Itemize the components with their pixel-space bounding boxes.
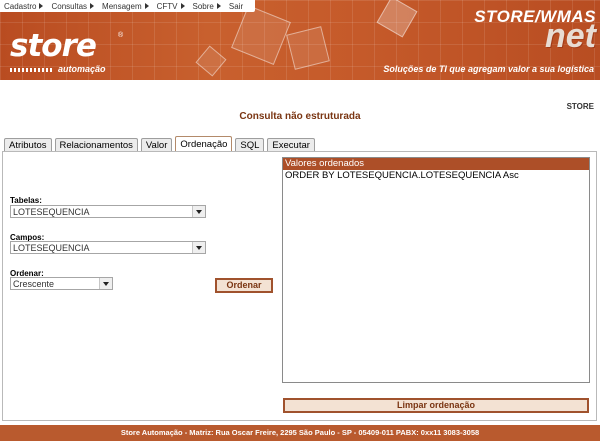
ordenar-button[interactable]: Ordenar <box>215 278 273 293</box>
ordenar-select[interactable]: Crescente <box>10 277 113 290</box>
menu-item-consultas[interactable]: Consultas <box>51 2 95 11</box>
footer-address: Store Automação - Matriz: Rua Oscar Frei… <box>0 425 600 441</box>
page-title: Consulta não estruturada <box>239 111 361 122</box>
brand-line-2: net <box>545 17 596 55</box>
chevron-down-icon[interactable] <box>192 242 205 253</box>
tab-ordenacao[interactable]: Ordenação <box>175 136 233 152</box>
limpar-ordenacao-button[interactable]: Limpar ordenação <box>283 398 589 413</box>
tab-bar: Atributos Relacionamentos Valor Ordenaçã… <box>4 136 318 152</box>
arrow-right-icon <box>39 3 44 9</box>
top-menu: Cadastro Consultas Mensagem CFTV Sobre S… <box>0 0 256 12</box>
store-logo: store ® automação <box>10 28 123 74</box>
tab-sql[interactable]: SQL <box>235 138 265 152</box>
chevron-down-icon[interactable] <box>99 278 112 289</box>
header-banner: Cadastro Consultas Mensagem CFTV Sobre S… <box>0 0 600 80</box>
tab-valor[interactable]: Valor <box>140 138 173 152</box>
logo-registered-mark: ® <box>118 32 124 39</box>
tabelas-select-value: LOTESEQUENCIA <box>13 206 90 217</box>
arrow-right-icon <box>216 3 221 9</box>
listbox-header[interactable]: Valores ordenados <box>283 158 589 170</box>
menu-item-cadastro[interactable]: Cadastro <box>4 2 44 11</box>
arrow-right-icon <box>90 3 95 9</box>
header-tagline: Soluções de TI que agregam valor a sua l… <box>383 64 594 74</box>
campos-select-value: LOTESEQUENCIA <box>13 242 90 253</box>
ordenar-select-value: Crescente <box>13 278 55 289</box>
tab-atributos[interactable]: Atributos <box>4 138 52 152</box>
menu-item-cftv[interactable]: CFTV <box>157 2 185 11</box>
campos-select[interactable]: LOTESEQUENCIA <box>10 241 206 254</box>
menu-item-sair[interactable]: Sair <box>229 2 243 11</box>
product-brand: STORE/WMAS net <box>474 8 596 55</box>
list-item[interactable]: ORDER BY LOTESEQUENCIA.LOTESEQUENCIA Asc <box>283 170 589 182</box>
logo-word: store <box>10 28 97 64</box>
menu-item-mensagem[interactable]: Mensagem <box>102 2 149 11</box>
tabelas-select[interactable]: LOTESEQUENCIA <box>10 205 206 218</box>
tabelas-label: Tabelas: <box>10 196 42 205</box>
ordered-values-listbox[interactable]: Valores ordenados ORDER BY LOTESEQUENCIA… <box>282 157 590 383</box>
arrow-right-icon <box>144 3 149 9</box>
arrow-right-icon <box>180 3 185 9</box>
logo-bar-decoration <box>10 68 54 72</box>
logo-subtitle: automação <box>58 64 106 74</box>
tab-relacionamentos[interactable]: Relacionamentos <box>54 138 138 152</box>
tab-executar[interactable]: Executar <box>267 138 315 152</box>
menu-item-sobre[interactable]: Sobre <box>193 2 221 11</box>
store-label: STORE <box>566 102 594 111</box>
chevron-down-icon[interactable] <box>192 206 205 217</box>
